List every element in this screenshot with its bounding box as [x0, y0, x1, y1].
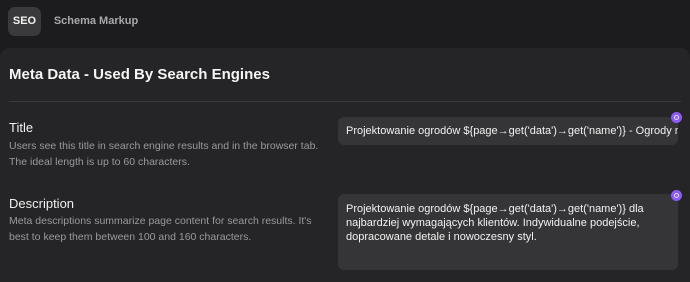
tab-schema-markup[interactable]: Schema Markup [52, 7, 140, 36]
description-input[interactable]: Projektowanie ogrodów ${page→get('data')… [338, 194, 678, 270]
divider [9, 101, 681, 102]
tab-bar: SEO Schema Markup [0, 0, 690, 48]
title-label: Title [9, 120, 34, 135]
section-title: Meta Data - Used By Search Engines [9, 66, 270, 83]
tab-seo[interactable]: SEO [8, 7, 41, 36]
title-input[interactable]: Projektowanie ogrodów ${page→get('data')… [338, 117, 678, 145]
ai-badge-icon[interactable] [671, 190, 682, 201]
title-help-text: Users see this title in search engine re… [9, 140, 319, 168]
description-label: Description [9, 196, 75, 211]
ai-badge-icon[interactable] [671, 112, 682, 123]
description-help-text: Meta descriptions summarize page content… [9, 215, 312, 243]
meta-data-panel: Meta Data - Used By Search Engines Title… [0, 48, 690, 282]
